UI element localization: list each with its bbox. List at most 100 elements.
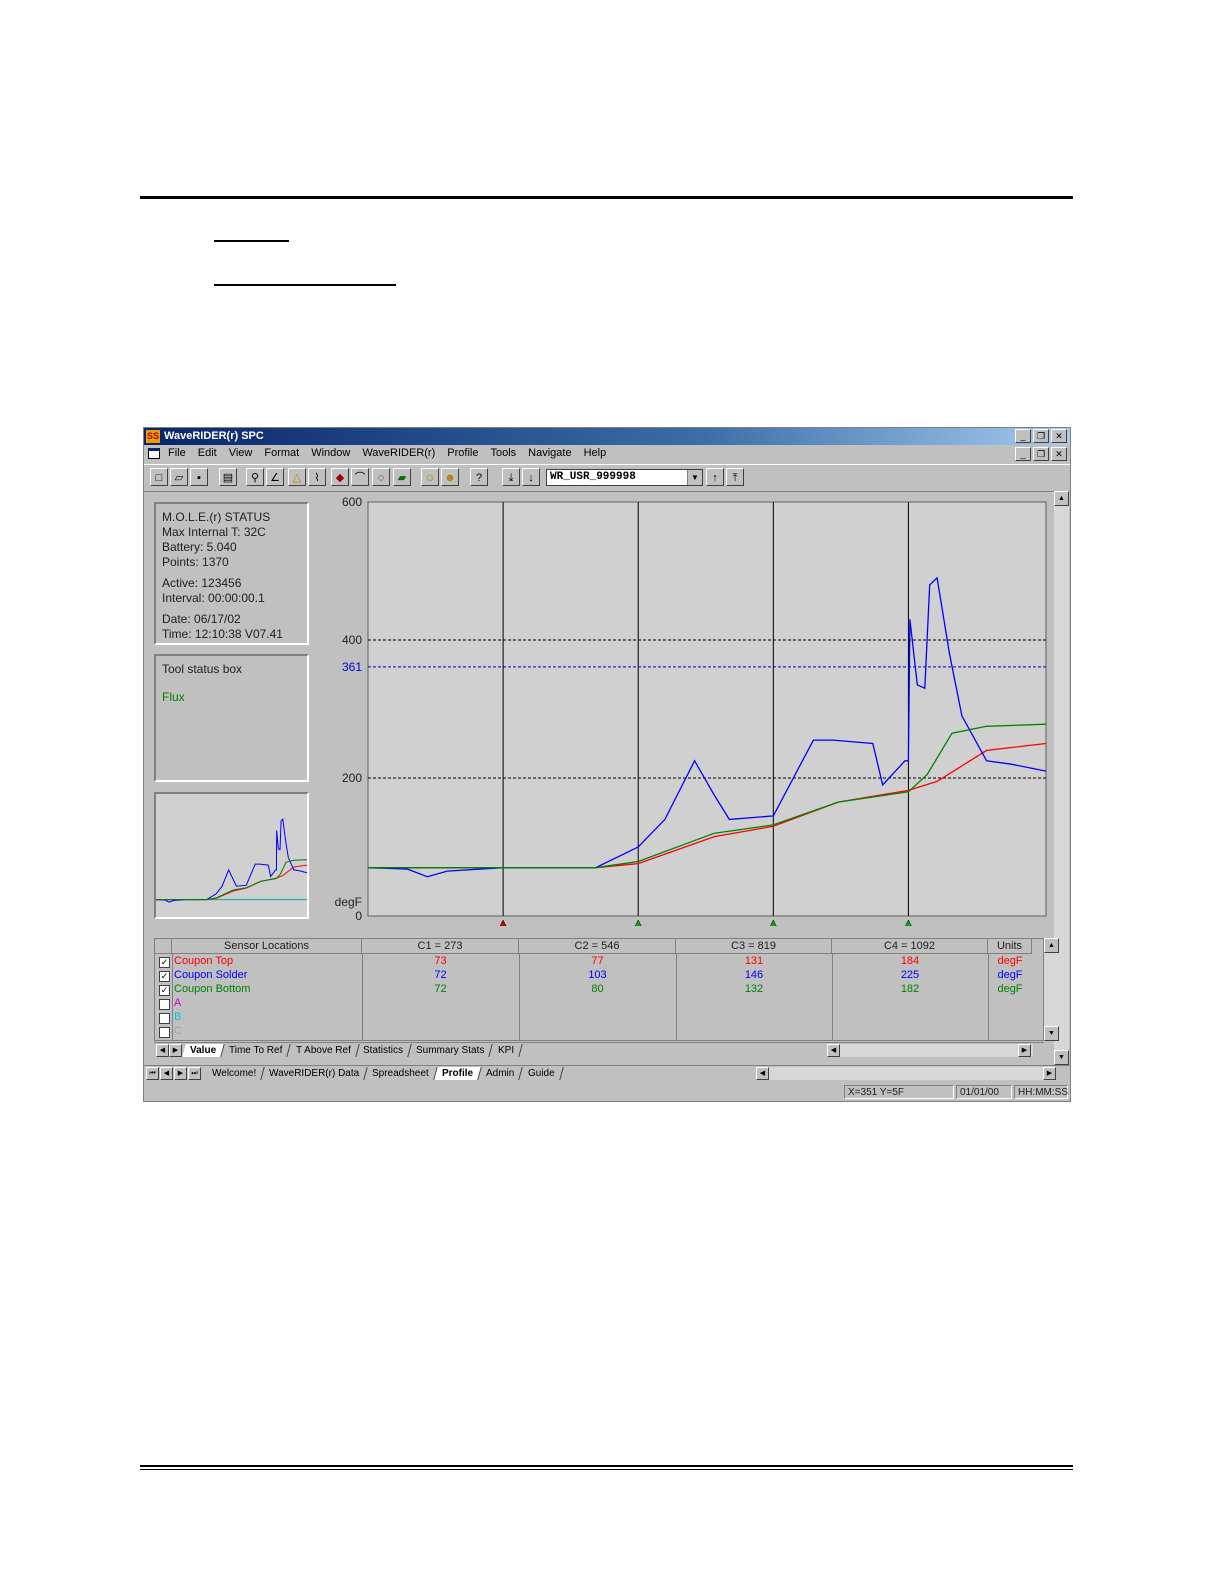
grid-vertical-scrollbar[interactable]: ▲ ▼	[1044, 938, 1059, 1041]
overview-thumbnail[interactable]	[154, 792, 309, 919]
doc-scroll-left-icon[interactable]: ◀	[756, 1067, 769, 1080]
menu-navigate[interactable]: Navigate	[527, 447, 572, 459]
doc-minimize-button[interactable]: _	[1015, 447, 1031, 461]
users-icon[interactable]: ☻	[441, 468, 459, 486]
row-checkbox[interactable]	[159, 1013, 170, 1024]
grid-header-sensor[interactable]: Sensor Locations	[172, 939, 362, 954]
close-button[interactable]: ✕	[1051, 429, 1067, 443]
flux-label: Flux	[162, 690, 185, 704]
document-icon[interactable]	[148, 448, 160, 459]
row-checkbox[interactable]	[159, 1027, 170, 1038]
cursor-marker	[632, 919, 644, 931]
menu-profile[interactable]: Profile	[446, 447, 479, 459]
grid-header-c4[interactable]: C4 = 1092	[832, 939, 988, 954]
grid-header-c2[interactable]: C2 = 546	[519, 939, 676, 954]
graph-icon[interactable]: ⌇	[308, 468, 326, 486]
tab-profile[interactable]: Profile	[434, 1067, 483, 1080]
y-axis-label: degF	[335, 895, 362, 909]
menu-edit[interactable]: Edit	[197, 447, 218, 459]
tab-value[interactable]: Value	[182, 1044, 225, 1057]
scroll-up-icon[interactable]: ▲	[1054, 491, 1069, 506]
tab-summary-stats[interactable]: Summary Stats	[408, 1044, 494, 1057]
tab-statistics[interactable]: Statistics	[355, 1044, 413, 1057]
tab-welcome[interactable]: Welcome!	[204, 1067, 266, 1080]
document-tab-bar: ⏮ ◀ ▶ ⏭ Welcome! WaveRIDER(r) Data Sprea…	[144, 1065, 1070, 1082]
cell-c1: 72	[434, 969, 447, 981]
menu-tools[interactable]: Tools	[489, 447, 517, 459]
y-tick-label: 200	[342, 771, 362, 785]
doc-close-button[interactable]: ✕	[1051, 447, 1067, 461]
cell-c3: 146	[744, 969, 764, 981]
menu-file[interactable]: File	[167, 447, 187, 459]
menu-format[interactable]: Format	[263, 447, 300, 459]
next-tab-icon[interactable]: ▶	[174, 1067, 187, 1080]
zoom-icon[interactable]: ⚲	[246, 468, 264, 486]
minimize-button[interactable]: _	[1015, 429, 1031, 443]
tab-next-icon[interactable]: ▶	[169, 1044, 182, 1057]
menu-window[interactable]: Window	[310, 447, 351, 459]
cursor-marker	[497, 919, 509, 931]
move-to-bottom-icon[interactable]: ⤓	[502, 468, 520, 486]
status-time: HH:MM:SS	[1014, 1085, 1068, 1099]
doc-restore-button[interactable]: ❐	[1033, 447, 1049, 461]
save-icon[interactable]: ▪	[190, 468, 208, 486]
curve-icon[interactable]: ⌒	[351, 468, 369, 486]
chevron-down-icon[interactable]: ▼	[687, 470, 702, 485]
grid-header-c3[interactable]: C3 = 819	[676, 939, 832, 954]
tab-spreadsheet[interactable]: Spreadsheet	[364, 1067, 438, 1080]
profile-select[interactable]: WR_USR_999998 ▼	[546, 469, 703, 486]
scroll-right-icon[interactable]: ▶	[1018, 1044, 1031, 1057]
new-file-icon[interactable]: □	[150, 468, 168, 486]
scroll-left-icon[interactable]: ◀	[827, 1044, 840, 1057]
lasso-icon[interactable]: ◌	[372, 468, 390, 486]
warning-icon[interactable]: △	[288, 468, 306, 486]
grid-scroll-down-icon[interactable]: ▼	[1044, 1026, 1059, 1041]
doc-scroll-right-icon[interactable]: ▶	[1043, 1067, 1056, 1080]
menu-view[interactable]: View	[228, 447, 254, 459]
first-tab-icon[interactable]: ⏮	[146, 1067, 159, 1080]
grid-header-units[interactable]: Units	[988, 939, 1032, 954]
row-checkbox[interactable]	[159, 999, 170, 1010]
color-icon[interactable]: ◆	[331, 468, 349, 486]
title-bar: SS WaveRIDER(r) SPC _ ❐ ✕	[144, 428, 1070, 445]
doc-horizontal-scrollbar[interactable]	[756, 1067, 1056, 1080]
user-icon[interactable]: ☺	[421, 468, 439, 486]
profile-chart[interactable]: 600 400 361 200 0 degF	[326, 494, 1054, 931]
eraser-icon[interactable]: ▰	[393, 468, 411, 486]
menu-help[interactable]: Help	[583, 447, 608, 459]
bottom-rule-2	[140, 1469, 1073, 1470]
row-checkbox[interactable]: ✓	[159, 985, 170, 996]
app-window: SS WaveRIDER(r) SPC _ ❐ ✕ File Edit View…	[143, 427, 1071, 1102]
tab-spreadsheet-label: Spreadsheet	[372, 1068, 430, 1079]
tab-admin[interactable]: Admin	[478, 1067, 524, 1080]
tab-guide[interactable]: Guide	[519, 1067, 564, 1080]
grid-horizontal-scrollbar[interactable]	[827, 1044, 1033, 1057]
help-icon[interactable]: ?	[470, 468, 488, 486]
grid-header-c1[interactable]: C1 = 273	[362, 939, 519, 954]
print-icon[interactable]: ▤	[219, 468, 237, 486]
move-up-icon[interactable]: ↑	[706, 468, 724, 486]
row-checkbox[interactable]: ✓	[159, 957, 170, 968]
move-to-top-icon[interactable]: ⤒	[726, 468, 744, 486]
row-checkbox[interactable]: ✓	[159, 971, 170, 982]
last-tab-icon[interactable]: ⏭	[188, 1067, 201, 1080]
row-label: C	[174, 1025, 182, 1037]
profile-select-value: WR_USR_999998	[550, 471, 636, 483]
tab-t-above-ref[interactable]: T Above Ref	[287, 1044, 360, 1057]
tab-kpi[interactable]: KPI	[489, 1044, 523, 1057]
move-down-icon[interactable]: ↓	[522, 468, 540, 486]
tab-time-to-ref[interactable]: Time To Ref	[221, 1044, 292, 1057]
y-tick-label: 600	[342, 495, 362, 509]
menu-waverider[interactable]: WaveRIDER(r)	[361, 447, 436, 459]
angle-icon[interactable]: ∠	[266, 468, 284, 486]
prev-tab-icon[interactable]: ◀	[160, 1067, 173, 1080]
tab-prev-icon[interactable]: ◀	[156, 1044, 169, 1057]
restore-button[interactable]: ❐	[1033, 429, 1049, 443]
tab-waverider-data[interactable]: WaveRIDER(r) Data	[261, 1067, 369, 1080]
scroll-down-icon[interactable]: ▼	[1054, 1050, 1069, 1065]
open-folder-icon[interactable]: ▱	[170, 468, 188, 486]
row-label: Coupon Bottom	[174, 983, 251, 995]
row-label: Coupon Solder	[174, 969, 248, 981]
status-points: Points: 1370	[162, 555, 229, 569]
grid-scroll-up-icon[interactable]: ▲	[1044, 938, 1059, 953]
